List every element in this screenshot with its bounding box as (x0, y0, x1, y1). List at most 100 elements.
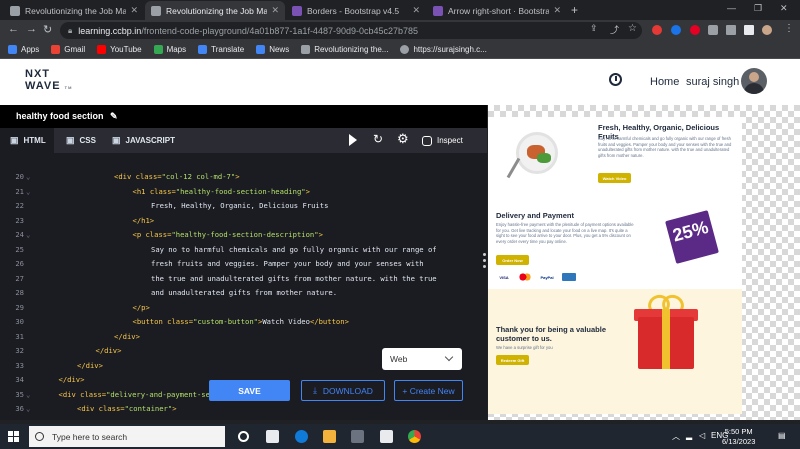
user-name[interactable]: suraj singh (686, 76, 739, 88)
browser-tab[interactable]: Revolutionizing the Job Market | ✕ (4, 1, 144, 20)
code-token: > (305, 186, 310, 196)
code-token: fresh fruits and veggies. Pamper your bo… (151, 259, 424, 268)
fold-chevron-icon[interactable]: ⌄ (26, 402, 30, 417)
code-line[interactable]: 27 the true and unadulterated gifts from … (0, 272, 487, 287)
bookmark-translate[interactable]: Translate (198, 45, 244, 54)
gear-icon[interactable]: ⚙ (397, 131, 409, 147)
bookmark-star-icon[interactable]: ☆ (628, 23, 637, 34)
taskbar-search-input[interactable]: Type here to search (29, 426, 225, 447)
widgets-icon[interactable] (266, 430, 279, 443)
inspect-toggle[interactable]: Inspect (422, 128, 463, 153)
run-play-icon[interactable] (349, 134, 357, 146)
bookmark-apps[interactable]: Apps (8, 45, 39, 54)
avatar[interactable] (741, 68, 767, 94)
code-token: > (235, 172, 240, 181)
fold-chevron-icon[interactable]: ⌄ (26, 388, 30, 403)
bookmark-news[interactable]: News (256, 45, 289, 54)
reset-icon[interactable]: ↻ (373, 132, 383, 146)
fold-chevron-icon[interactable]: ⌄ (26, 228, 30, 243)
stopwatch-icon[interactable] (609, 73, 622, 86)
healthy-food-description: Say no to harmful chemicals and go fully… (598, 136, 732, 158)
code-line[interactable]: 21 ⌄ <h1 class="healthy-food-section-headi… (0, 185, 487, 200)
chrome-icon[interactable] (408, 430, 421, 443)
save-button[interactable]: SAVE (209, 380, 290, 401)
restore-icon[interactable]: ❐ (754, 3, 762, 14)
edit-pencil-icon[interactable]: ✎ (110, 111, 118, 121)
logo-nxt[interactable]: NXT (25, 68, 50, 80)
code-line[interactable]: 25 Say no to harmful chemicals and go ful… (0, 243, 487, 258)
code-line[interactable]: 30 <button class="custom-button">Watch Vi… (0, 315, 487, 330)
new-tab-icon[interactable]: + (571, 3, 578, 17)
code-line[interactable]: 23 </h1> (0, 214, 487, 229)
code-line[interactable]: 22 Fresh, Healthy, Organic, Delicious Fru… (0, 199, 487, 214)
pinterest-extension-icon[interactable] (690, 25, 700, 35)
reload-icon[interactable]: ↻ (43, 23, 52, 36)
browser-tab[interactable]: Arrow right-short · Bootstrap Ico ✕ (427, 1, 567, 20)
pane-resize-handle[interactable] (483, 253, 486, 275)
network-icon[interactable]: ▂ (686, 431, 692, 440)
bookmark-surajsingh[interactable]: https://surajsingh.c... (400, 45, 487, 54)
logo-wave[interactable]: WAVE TM (25, 80, 72, 92)
code-line[interactable]: 31 </div> (0, 330, 487, 345)
url-input[interactable]: 🔒︎ learning.ccbp.in /frontend-code-playg… (60, 22, 642, 39)
browser-tab[interactable]: Borders - Bootstrap v4.5 ✕ (286, 1, 426, 20)
windows-start-icon[interactable] (8, 431, 19, 442)
window-close-icon[interactable]: ✕ (780, 3, 788, 14)
install-icon[interactable]: ⇪ (590, 23, 598, 34)
redeem-gift-button[interactable]: Redeem Gift (496, 355, 529, 365)
share-icon[interactable]: ⤴ (610, 23, 619, 36)
create-new-button[interactable]: + Create New (394, 380, 463, 401)
code-line[interactable]: 28 and unadulterated gifts from mother na… (0, 286, 487, 301)
menu-dots-icon[interactable]: ⋮ (784, 23, 794, 34)
tab-javascript[interactable]: ▣ JAVASCRIPT (104, 128, 183, 153)
bookmark-gmail[interactable]: Gmail (51, 45, 85, 54)
minimize-icon[interactable]: — (727, 3, 736, 13)
tab-close-icon[interactable]: ✕ (130, 5, 138, 16)
payment-card-icons: VISA PayPal (496, 273, 576, 281)
code-line[interactable]: 36 ⌄ <div class="container"> (0, 402, 487, 417)
fold-chevron-icon[interactable]: ⌄ (26, 185, 30, 200)
back-icon[interactable]: ← (8, 23, 19, 35)
browser-tab-active[interactable]: Revolutionizing the Job Market | ✕ (145, 1, 285, 20)
code-line[interactable]: 20 ⌄ <div class="col-12 col-md-7"> (0, 170, 487, 185)
code-text: <div class="col-12 col-md-7"> (114, 170, 240, 185)
volume-icon[interactable]: ◁ (699, 431, 705, 440)
order-now-button[interactable]: Order Now (496, 255, 529, 265)
view-mode-select[interactable]: Web (382, 348, 462, 370)
extension-icon[interactable] (671, 25, 681, 35)
task-view-icon[interactable] (238, 431, 249, 442)
clock-time: 5:50 PM (724, 427, 753, 436)
bookmark-revolutionizing[interactable]: Revolutionizing the... (301, 45, 388, 54)
code-line[interactable]: 24 ⌄ <p class="healthy-food-section-descri… (0, 228, 487, 243)
home-link[interactable]: Home (650, 76, 679, 88)
tray-chevron-up-icon[interactable]: ︿ (672, 431, 680, 442)
file-explorer-icon[interactable] (323, 430, 336, 443)
code-line[interactable]: 29 </p> (0, 301, 487, 316)
watch-video-button[interactable]: Watch Video (598, 173, 631, 183)
output-preview[interactable]: Fresh, Healthy, Organic, Delicious Fruit… (488, 105, 800, 420)
fold-chevron-icon[interactable]: ⌄ (26, 170, 30, 185)
forward-icon[interactable]: → (26, 23, 37, 35)
tab-css[interactable]: ▣ CSS (58, 128, 104, 153)
tab-close-icon[interactable]: ✕ (412, 5, 420, 16)
tab-title: Revolutionizing the Job Market | (25, 5, 127, 16)
reading-list-icon[interactable] (726, 25, 736, 35)
project-title: healthy food section (16, 111, 104, 121)
bookmark-youtube[interactable]: YouTube (97, 45, 142, 54)
side-panel-icon[interactable] (744, 25, 754, 35)
download-button[interactable]: ⤓ DOWNLOAD (301, 380, 385, 401)
tab-html[interactable]: ▣ HTML (0, 128, 54, 153)
extension-shield-icon[interactable] (652, 25, 662, 35)
edge-icon[interactable] (295, 430, 308, 443)
bookmark-maps[interactable]: Maps (153, 45, 186, 54)
tab-close-icon[interactable]: ✕ (271, 5, 279, 16)
puzzle-extensions-icon[interactable] (708, 25, 718, 35)
code-line[interactable]: 26 fresh fruits and veggies. Pamper your … (0, 257, 487, 272)
notifications-icon[interactable]: ▤ (778, 431, 786, 440)
tab-close-icon[interactable]: ✕ (553, 5, 561, 16)
store-icon[interactable] (351, 430, 364, 443)
inspect-checkbox[interactable] (422, 135, 432, 146)
mail-icon[interactable] (380, 430, 393, 443)
profile-avatar-icon[interactable] (762, 25, 772, 35)
system-clock[interactable]: 5:50 PM 6/13/2023 (722, 427, 755, 447)
